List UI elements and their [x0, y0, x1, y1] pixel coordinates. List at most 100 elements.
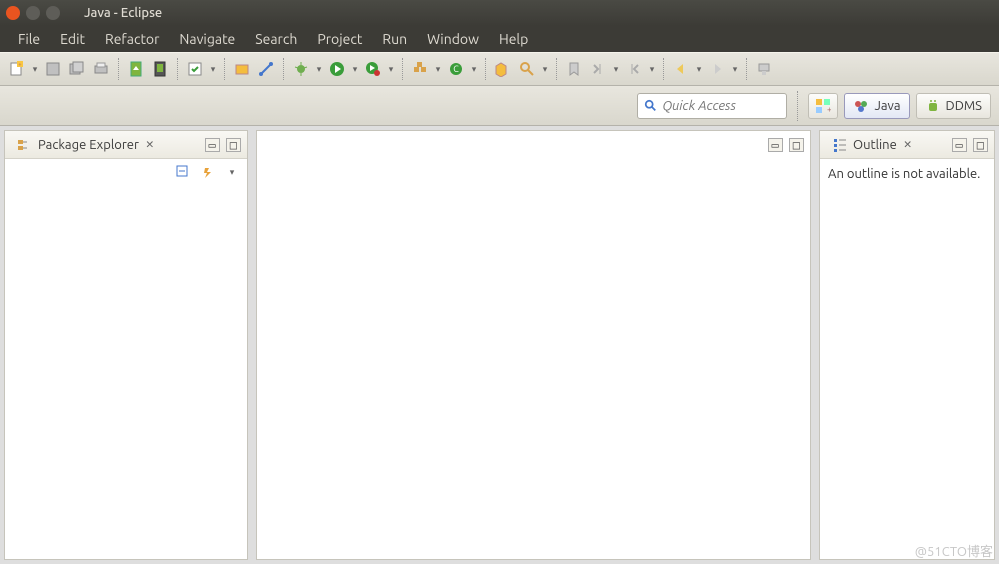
save-button[interactable] — [42, 58, 64, 80]
outline-message: An outline is not available. — [828, 167, 980, 181]
watermark: @51CTO博客 — [915, 541, 993, 560]
search-icon — [644, 98, 658, 114]
sdk-manager-button[interactable] — [125, 58, 147, 80]
dropdown-arrow-icon[interactable]: ▾ — [694, 64, 704, 75]
explorer-toolbar: ▾ — [5, 159, 247, 185]
open-type-button[interactable] — [492, 58, 514, 80]
menu-edit[interactable]: Edit — [50, 27, 95, 51]
perspective-java-label: Java — [874, 99, 900, 113]
search-button[interactable] — [516, 58, 538, 80]
svg-text:+: + — [827, 105, 831, 114]
maximize-view-icon[interactable]: □ — [789, 138, 804, 152]
editor-panel: ▭ □ — [256, 130, 811, 560]
perspective-java[interactable]: Java — [844, 93, 909, 119]
close-icon[interactable]: ✕ — [902, 137, 914, 152]
toolbar-separator — [224, 58, 225, 80]
avd-manager-button[interactable] — [149, 58, 171, 80]
view-menu-icon[interactable]: ▾ — [227, 167, 237, 178]
back-button[interactable] — [670, 58, 692, 80]
toolbar-separator — [663, 58, 664, 80]
save-all-button[interactable] — [66, 58, 88, 80]
access-bar: + Java DDMS — [0, 86, 999, 126]
toggle-mark-button[interactable] — [563, 58, 585, 80]
editor-tab-bar: ▭ □ — [257, 131, 810, 159]
package-explorer-icon — [17, 137, 33, 153]
window-minimize-icon[interactable] — [26, 6, 40, 20]
new-package-button[interactable] — [409, 58, 431, 80]
forward-button[interactable] — [706, 58, 728, 80]
dropdown-arrow-icon[interactable]: ▾ — [30, 64, 40, 75]
dropdown-arrow-icon[interactable]: ▾ — [647, 64, 657, 75]
toolbar-separator — [402, 58, 403, 80]
toolbar-separator — [485, 58, 486, 80]
dropdown-arrow-icon[interactable]: ▾ — [386, 64, 396, 75]
print-button[interactable] — [90, 58, 112, 80]
maximize-view-icon[interactable]: □ — [226, 138, 241, 152]
next-annotation-button[interactable] — [587, 58, 609, 80]
panel-tab-bar: Outline ✕ ▭ □ — [820, 131, 994, 159]
debug-button[interactable] — [290, 58, 312, 80]
svg-text:C: C — [453, 64, 459, 74]
lint-button[interactable] — [184, 58, 206, 80]
close-icon[interactable]: ✕ — [144, 137, 156, 152]
minimize-view-icon[interactable]: ▭ — [768, 138, 783, 152]
menubar: File Edit Refactor Navigate Search Proje… — [0, 26, 999, 52]
run-button[interactable] — [326, 58, 348, 80]
dropdown-arrow-icon[interactable]: ▾ — [469, 64, 479, 75]
outline-body: An outline is not available. — [820, 159, 994, 559]
package-explorer-tab[interactable]: Package Explorer ✕ — [11, 134, 162, 156]
menu-file[interactable]: File — [8, 27, 50, 51]
menu-search[interactable]: Search — [245, 27, 307, 51]
open-perspective-button[interactable]: + — [808, 93, 838, 119]
menu-window[interactable]: Window — [417, 27, 489, 51]
toolbar-separator — [746, 58, 747, 80]
window-close-icon[interactable] — [6, 6, 20, 20]
outline-tab[interactable]: Outline ✕ — [826, 134, 920, 156]
link-editor-icon[interactable] — [201, 164, 217, 180]
dropdown-arrow-icon[interactable]: ▾ — [350, 64, 360, 75]
menu-refactor[interactable]: Refactor — [95, 27, 169, 51]
prev-annotation-button[interactable] — [623, 58, 645, 80]
maximize-view-icon[interactable]: □ — [973, 138, 988, 152]
window-maximize-icon[interactable] — [46, 6, 60, 20]
collapse-all-icon[interactable] — [175, 164, 191, 180]
minimize-view-icon[interactable]: ▭ — [205, 138, 220, 152]
new-button[interactable]: + — [6, 58, 28, 80]
android-icon — [925, 98, 941, 114]
toolbar-separator — [118, 58, 119, 80]
menu-help[interactable]: Help — [489, 27, 538, 51]
explorer-body[interactable] — [5, 185, 247, 559]
dropdown-arrow-icon[interactable]: ▾ — [730, 64, 740, 75]
editor-body[interactable] — [257, 159, 810, 559]
dropdown-arrow-icon[interactable]: ▾ — [611, 64, 621, 75]
pin-button[interactable] — [753, 58, 775, 80]
quick-access-input[interactable] — [662, 99, 780, 113]
outline-title: Outline — [853, 138, 897, 152]
panel-tab-bar: Package Explorer ✕ ▭ □ — [5, 131, 247, 159]
dropdown-arrow-icon[interactable]: ▾ — [314, 64, 324, 75]
java-icon — [853, 98, 869, 114]
perspective-separator — [797, 91, 798, 121]
toolbar-separator — [556, 58, 557, 80]
dropdown-arrow-icon[interactable]: ▾ — [433, 64, 443, 75]
main-toolbar: + ▾ ▾ ▾ ▾ ▾ ▾ C ▾ ▾ ▾ ▾ ▾ ▾ — [0, 52, 999, 86]
workarea: Package Explorer ✕ ▭ □ ▾ ▭ □ — [0, 126, 999, 564]
toolbar-separator — [283, 58, 284, 80]
dropdown-arrow-icon[interactable]: ▾ — [540, 64, 550, 75]
perspective-ddms-label: DDMS — [946, 99, 982, 113]
run-last-button[interactable] — [362, 58, 384, 80]
toolbar-separator — [177, 58, 178, 80]
menu-project[interactable]: Project — [307, 27, 372, 51]
new-project-button[interactable] — [231, 58, 253, 80]
minimize-view-icon[interactable]: ▭ — [952, 138, 967, 152]
new-class-button[interactable]: C — [445, 58, 467, 80]
quick-access[interactable] — [637, 93, 787, 119]
package-explorer-panel: Package Explorer ✕ ▭ □ ▾ — [4, 130, 248, 560]
outline-icon — [832, 137, 848, 153]
perspective-ddms[interactable]: DDMS — [916, 93, 991, 119]
menu-navigate[interactable]: Navigate — [169, 27, 245, 51]
dropdown-arrow-icon[interactable]: ▾ — [208, 64, 218, 75]
link-button[interactable] — [255, 58, 277, 80]
outline-panel: Outline ✕ ▭ □ An outline is not availabl… — [819, 130, 995, 560]
menu-run[interactable]: Run — [372, 27, 417, 51]
